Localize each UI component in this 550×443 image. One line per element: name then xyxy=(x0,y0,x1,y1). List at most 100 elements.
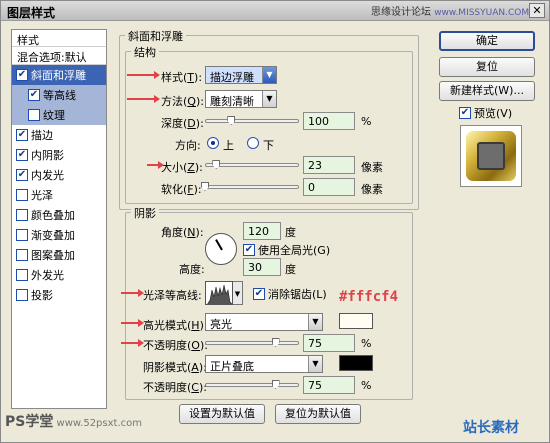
gloss-contour-label: 光泽等高线: xyxy=(143,289,202,302)
check-icon: ✔ xyxy=(243,244,255,256)
highlight-opacity-slider-track[interactable] xyxy=(205,341,299,345)
bevel-style-value: 描边浮雕 xyxy=(210,71,254,84)
altitude-input[interactable]: 30 xyxy=(243,258,281,276)
style-list-header[interactable]: 样式 xyxy=(12,30,106,47)
angle-label-text: 角度( xyxy=(161,226,188,239)
direction-up-label: 上 xyxy=(223,139,234,152)
checkbox[interactable]: ✔ xyxy=(16,169,28,181)
reset-button[interactable]: 复位 xyxy=(439,57,535,77)
reset-to-default-button[interactable]: 复位为默认值 xyxy=(275,404,361,424)
checkbox[interactable]: ✔ xyxy=(28,89,40,101)
highlight-color-swatch[interactable] xyxy=(339,313,373,329)
shadow-opacity-input[interactable]: 75 xyxy=(303,376,355,394)
angle-dial[interactable] xyxy=(205,233,237,265)
style-item[interactable]: ✔ 描边 xyxy=(12,125,106,145)
structure-title: 结构 xyxy=(131,44,159,60)
style-item[interactable]: 颜色叠加 xyxy=(12,205,106,225)
style-item[interactable]: ✔ 内发光 xyxy=(12,165,106,185)
ok-button[interactable]: 确定 xyxy=(439,31,535,51)
angle-needle xyxy=(215,239,223,251)
style-item[interactable]: 投影 xyxy=(12,285,106,305)
direction-up-radio[interactable] xyxy=(207,137,219,149)
highlight-mode-dropdown[interactable]: 亮光 ▼ xyxy=(205,313,323,331)
highlight-opacity-label-text: 不透明度( xyxy=(143,339,192,352)
style-preview xyxy=(460,125,522,187)
shadow-opacity-label-text: 不透明度( xyxy=(143,381,192,394)
style-item[interactable]: 图案叠加 xyxy=(12,245,106,265)
blending-options-item[interactable]: 混合选项:默认 xyxy=(12,47,106,65)
depth-label: 深度(D): xyxy=(161,115,204,131)
checkbox[interactable] xyxy=(16,249,28,261)
soften-input[interactable]: 0 xyxy=(303,178,355,196)
checkbox[interactable] xyxy=(16,269,28,281)
style-item-label: 外发光 xyxy=(31,269,64,282)
depth-slider-track[interactable] xyxy=(205,119,299,123)
depth-input[interactable]: 100 xyxy=(303,112,355,130)
method-label: 方法(Q): xyxy=(161,93,204,109)
close-button[interactable]: ✕ xyxy=(529,3,545,18)
chevron-down-icon[interactable]: ▼ xyxy=(233,281,243,305)
shadow-mode-dropdown[interactable]: 正片叠底 ▼ xyxy=(205,355,323,373)
style-item-label: 渐变叠加 xyxy=(31,229,75,242)
main-panel: 斜面和浮雕 结构 样式(T): 描边浮雕 ▼ 方法(Q): 雕刻清晰 ▼ 深度(… xyxy=(113,27,421,407)
chevron-down-icon: ▼ xyxy=(308,314,322,330)
shadow-opacity-slider-track[interactable] xyxy=(205,383,299,387)
contour-curve-icon xyxy=(207,284,232,304)
anti-aliased-label: 消除锯齿(L) xyxy=(268,288,327,301)
size-label-key: Z xyxy=(187,161,195,174)
soften-unit: 像素 xyxy=(361,183,383,196)
preview-inner-square xyxy=(477,142,505,170)
angle-label: 角度(N): xyxy=(161,224,204,240)
dialog-title: 图层样式 xyxy=(7,6,56,20)
style-item[interactable]: 外发光 xyxy=(12,265,106,285)
depth-unit: % xyxy=(361,115,372,128)
checkbox[interactable]: ✔ xyxy=(16,129,28,141)
style-item[interactable]: ✔ 等高线 xyxy=(12,85,106,105)
style-list: 样式 混合选项:默认 ✔ 斜面和浮雕 ✔ 等高线 纹理 ✔ 描边 ✔ 内阴影 ✔ 内发光 光泽 颜色叠加… xyxy=(11,29,107,409)
checkbox[interactable] xyxy=(16,209,28,221)
annotation-arrow xyxy=(121,289,144,297)
depth-label-end: ): xyxy=(195,117,204,130)
size-input[interactable]: 23 xyxy=(303,156,355,174)
watermark-bottom-left: PS学堂 www.52psxt.com xyxy=(5,411,142,431)
anti-aliased-checkbox[interactable]: ✔ 消除锯齿(L) xyxy=(253,286,327,302)
highlight-mode-label-text: 高光模式( xyxy=(143,319,192,332)
style-item-label: 内阴影 xyxy=(31,149,64,162)
soften-label-end: ): xyxy=(193,183,202,196)
style-item[interactable]: 渐变叠加 xyxy=(12,225,106,245)
annotation-arrow xyxy=(147,161,164,169)
highlight-mode-label-key: H xyxy=(191,319,200,332)
highlight-mode-value: 亮光 xyxy=(210,318,232,331)
style-item[interactable]: 光泽 xyxy=(12,185,106,205)
annotation-arrow xyxy=(127,71,160,79)
checkbox[interactable] xyxy=(16,189,28,201)
check-icon: ✔ xyxy=(459,107,471,119)
new-style-button[interactable]: 新建样式(W)... xyxy=(439,81,535,101)
soften-slider-track[interactable] xyxy=(205,185,299,189)
make-default-button[interactable]: 设置为默认值 xyxy=(179,404,265,424)
shading-title: 阴影 xyxy=(131,205,159,221)
checkbox[interactable] xyxy=(16,289,28,301)
preview-checkbox[interactable]: ✔ 预览(V) xyxy=(459,105,512,121)
style-item[interactable]: ✔ 内阴影 xyxy=(12,145,106,165)
angle-input[interactable]: 120 xyxy=(243,222,281,240)
bevel-emboss-title: 斜面和浮雕 xyxy=(125,28,186,44)
gloss-contour-picker[interactable] xyxy=(205,281,233,305)
shadow-color-swatch[interactable] xyxy=(339,355,373,371)
direction-down-radio[interactable] xyxy=(247,137,259,149)
checkbox[interactable]: ✔ xyxy=(16,149,28,161)
shadow-opacity-label-key: C xyxy=(191,381,199,394)
technique-dropdown[interactable]: 雕刻清晰 ▼ xyxy=(205,90,277,108)
soften-label: 软化(F): xyxy=(161,181,202,197)
style-item[interactable]: 纹理 xyxy=(12,105,106,125)
angle-unit: 度 xyxy=(285,226,296,239)
checkbox[interactable] xyxy=(16,229,28,241)
global-light-checkbox[interactable]: ✔ 使用全局光(G) xyxy=(243,242,330,258)
checkbox[interactable] xyxy=(28,109,40,121)
direction-label: 方向: xyxy=(175,139,201,152)
bevel-style-dropdown[interactable]: 描边浮雕 ▼ xyxy=(205,66,277,84)
style-item[interactable]: ✔ 斜面和浮雕 xyxy=(12,65,106,85)
checkbox[interactable]: ✔ xyxy=(16,69,28,81)
chevron-down-icon: ▼ xyxy=(262,91,276,107)
highlight-opacity-input[interactable]: 75 xyxy=(303,334,355,352)
